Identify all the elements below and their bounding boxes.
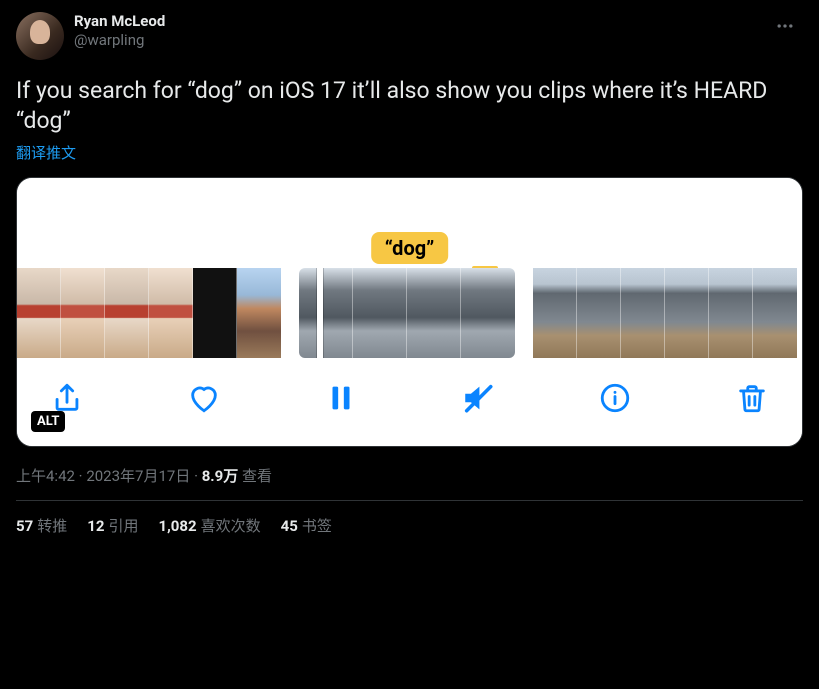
tweet-container: Ryan McLeod @warpling If you search for … [0, 0, 819, 548]
clip-thumbnail[interactable] [461, 268, 515, 358]
clip-thumbnail[interactable] [753, 268, 797, 358]
dot-separator: · [194, 467, 202, 485]
clip-thumbnail[interactable] [533, 268, 577, 358]
alt-badge[interactable]: ALT [31, 411, 65, 432]
bookmarks-label: 书签 [302, 517, 332, 535]
likes-label: 喜欢次数 [201, 517, 261, 535]
views-count[interactable]: 8.9万 [202, 467, 239, 485]
quotes-stat[interactable]: 12引用 [87, 515, 138, 536]
likes-stat[interactable]: 1,082 喜欢次数 [158, 515, 260, 536]
clip-thumbnail[interactable] [193, 268, 237, 358]
clip-thumbnail[interactable] [105, 268, 149, 358]
author-column: Ryan McLeod @warpling [74, 12, 165, 50]
handle[interactable]: @warpling [74, 31, 165, 50]
media-upper: “dog” [17, 178, 802, 268]
clip-thumbnail[interactable] [621, 268, 665, 358]
tweet-header: Ryan McLeod @warpling [16, 12, 803, 60]
clip-thumbnail[interactable] [61, 268, 105, 358]
clip-thumbnail[interactable] [353, 268, 407, 358]
more-button[interactable] [767, 12, 803, 44]
avatar[interactable] [16, 12, 64, 60]
clip-thumbnail[interactable] [407, 268, 461, 358]
translate-link[interactable]: 翻译推文 [16, 142, 803, 163]
clip-thumbnail[interactable] [577, 268, 621, 358]
clip-group-right [533, 268, 797, 358]
retweets-label: 转推 [37, 517, 67, 535]
retweets-count: 57 [16, 517, 33, 535]
share-icon [50, 381, 84, 415]
controls-row [17, 358, 802, 446]
clip-thumbnail[interactable] [665, 268, 709, 358]
speaker-muted-icon [461, 381, 495, 415]
heart-icon [187, 381, 221, 415]
bookmarks-stat[interactable]: 45书签 [281, 515, 332, 536]
delete-button[interactable] [730, 376, 774, 420]
clip-group-left [17, 268, 281, 358]
pause-icon [324, 381, 358, 415]
trash-icon [735, 381, 769, 415]
post-time[interactable]: 上午4:42 [16, 467, 75, 485]
bookmarks-count: 45 [281, 517, 298, 535]
pause-button[interactable] [319, 376, 363, 420]
display-name[interactable]: Ryan McLeod [74, 12, 165, 31]
ellipsis-icon [775, 16, 795, 36]
mute-button[interactable] [456, 376, 500, 420]
quotes-label: 引用 [108, 517, 138, 535]
retweets-stat[interactable]: 57转推 [16, 515, 67, 536]
info-icon [598, 381, 632, 415]
media-card[interactable]: “dog” [16, 177, 803, 447]
favorite-button[interactable] [182, 376, 226, 420]
post-date[interactable]: 2023年7月17日 [86, 467, 190, 485]
stats-row: 57转推 12引用 1,082 喜欢次数 45书签 [16, 515, 803, 536]
clip-thumbnail[interactable] [299, 268, 353, 358]
clip-thumbnail[interactable] [149, 268, 193, 358]
views-label-text[interactable]: 查看 [242, 467, 272, 485]
search-term-badge: “dog” [371, 232, 449, 264]
clip-thumbnail[interactable] [237, 268, 281, 358]
tweet-text: If you search for “dog” on iOS 17 it’ll … [16, 76, 803, 136]
info-button[interactable] [593, 376, 637, 420]
timeline-row[interactable] [17, 268, 802, 358]
likes-count: 1,082 [158, 517, 196, 535]
playhead[interactable] [317, 268, 323, 358]
clip-thumbnail[interactable] [709, 268, 753, 358]
clip-group-center [299, 268, 515, 358]
quotes-count: 12 [87, 517, 104, 535]
meta-row: 上午4:42 · 2023年7月17日 · 8.9万 查看 [16, 465, 803, 486]
clip-thumbnail[interactable] [17, 268, 61, 358]
divider [16, 500, 803, 501]
